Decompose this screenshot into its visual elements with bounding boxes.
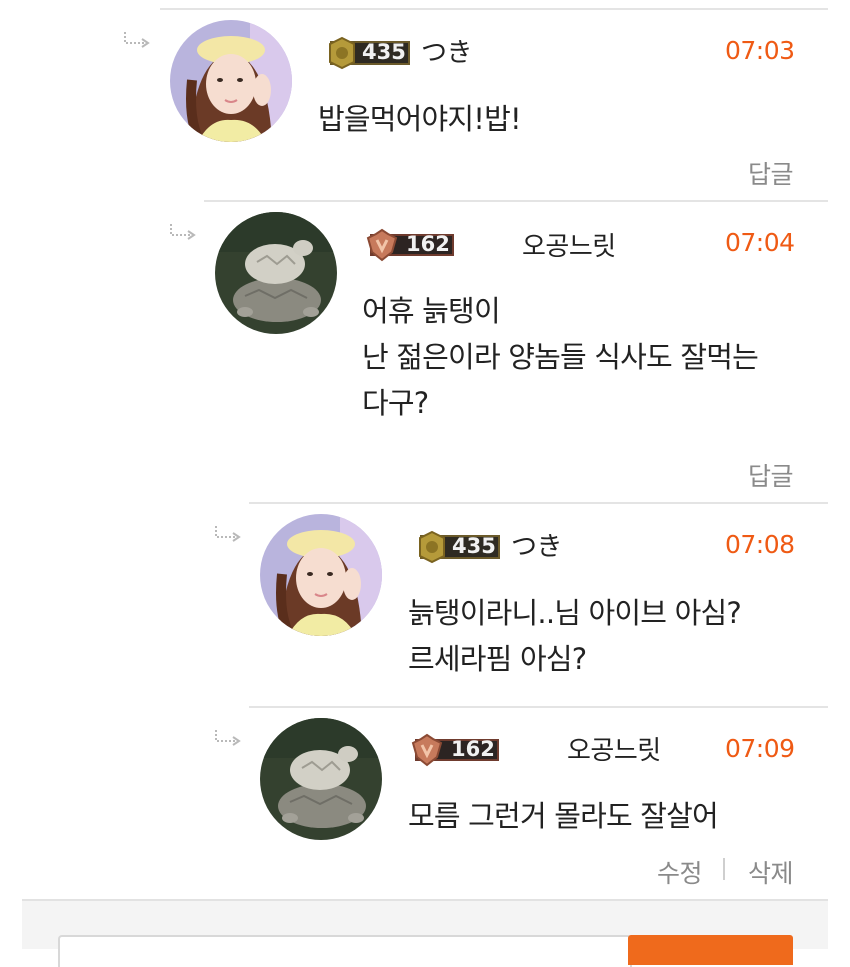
- comment-body: 어휴 늙탱이 난 젊은이라 양놈들 식사도 잘먹는 다구?: [362, 288, 759, 426]
- level-number: 435: [452, 534, 496, 558]
- comment-line: 르세라핌 아심?: [408, 642, 587, 676]
- reply-button[interactable]: 답글: [748, 155, 794, 191]
- action-separator: [723, 858, 725, 880]
- girl-avatar[interactable]: [260, 514, 382, 636]
- comment-author[interactable]: つき: [511, 526, 563, 563]
- comment-line: 어휴 늙탱이: [362, 294, 501, 328]
- reply-arrow-icon: [122, 30, 152, 52]
- level-number: 162: [451, 737, 495, 761]
- turtle-avatar[interactable]: [260, 718, 382, 840]
- comment-divider: [160, 8, 828, 10]
- comment-divider: [204, 200, 828, 202]
- comment-body: 밥을먹어야지!밥!: [318, 96, 522, 142]
- comment-body: 모름 그런거 몰라도 잘살어: [408, 793, 719, 839]
- comment-time: 07:08: [725, 530, 795, 559]
- comment-line: 늙탱이라니..님 아이브 아심?: [408, 596, 742, 630]
- comment-divider: [249, 502, 828, 504]
- submit-button[interactable]: [628, 935, 793, 965]
- delete-button[interactable]: 삭제: [748, 854, 794, 890]
- reply-arrow-icon: [213, 524, 243, 546]
- comment-author[interactable]: 오공느릿: [567, 730, 661, 767]
- comment-divider: [249, 706, 828, 708]
- turtle-avatar[interactable]: [215, 212, 337, 334]
- comment-input[interactable]: [58, 935, 632, 967]
- comment-line: 난 젊은이라 양놈들 식사도 잘먹는: [362, 340, 759, 374]
- level-number: 162: [406, 232, 450, 256]
- comment-line: 밥을먹어야지!밥!: [318, 102, 522, 136]
- comment-body: 늙탱이라니..님 아이브 아심? 르세라핌 아심?: [408, 590, 742, 682]
- edit-button[interactable]: 수정: [657, 854, 703, 890]
- comment-time: 07:09: [725, 734, 795, 763]
- comment-line: 다구?: [362, 386, 429, 420]
- level-number: 435: [362, 40, 406, 64]
- comment-author[interactable]: 오공느릿: [522, 226, 616, 263]
- reply-arrow-icon: [213, 728, 243, 750]
- comment-time: 07:04: [725, 228, 795, 257]
- girl-avatar[interactable]: [170, 20, 292, 142]
- comment-time: 07:03: [725, 36, 795, 65]
- comment-line: 모름 그런거 몰라도 잘살어: [408, 799, 719, 833]
- reply-button[interactable]: 답글: [748, 457, 794, 493]
- reply-arrow-icon: [168, 222, 198, 244]
- comment-author[interactable]: つき: [421, 32, 473, 69]
